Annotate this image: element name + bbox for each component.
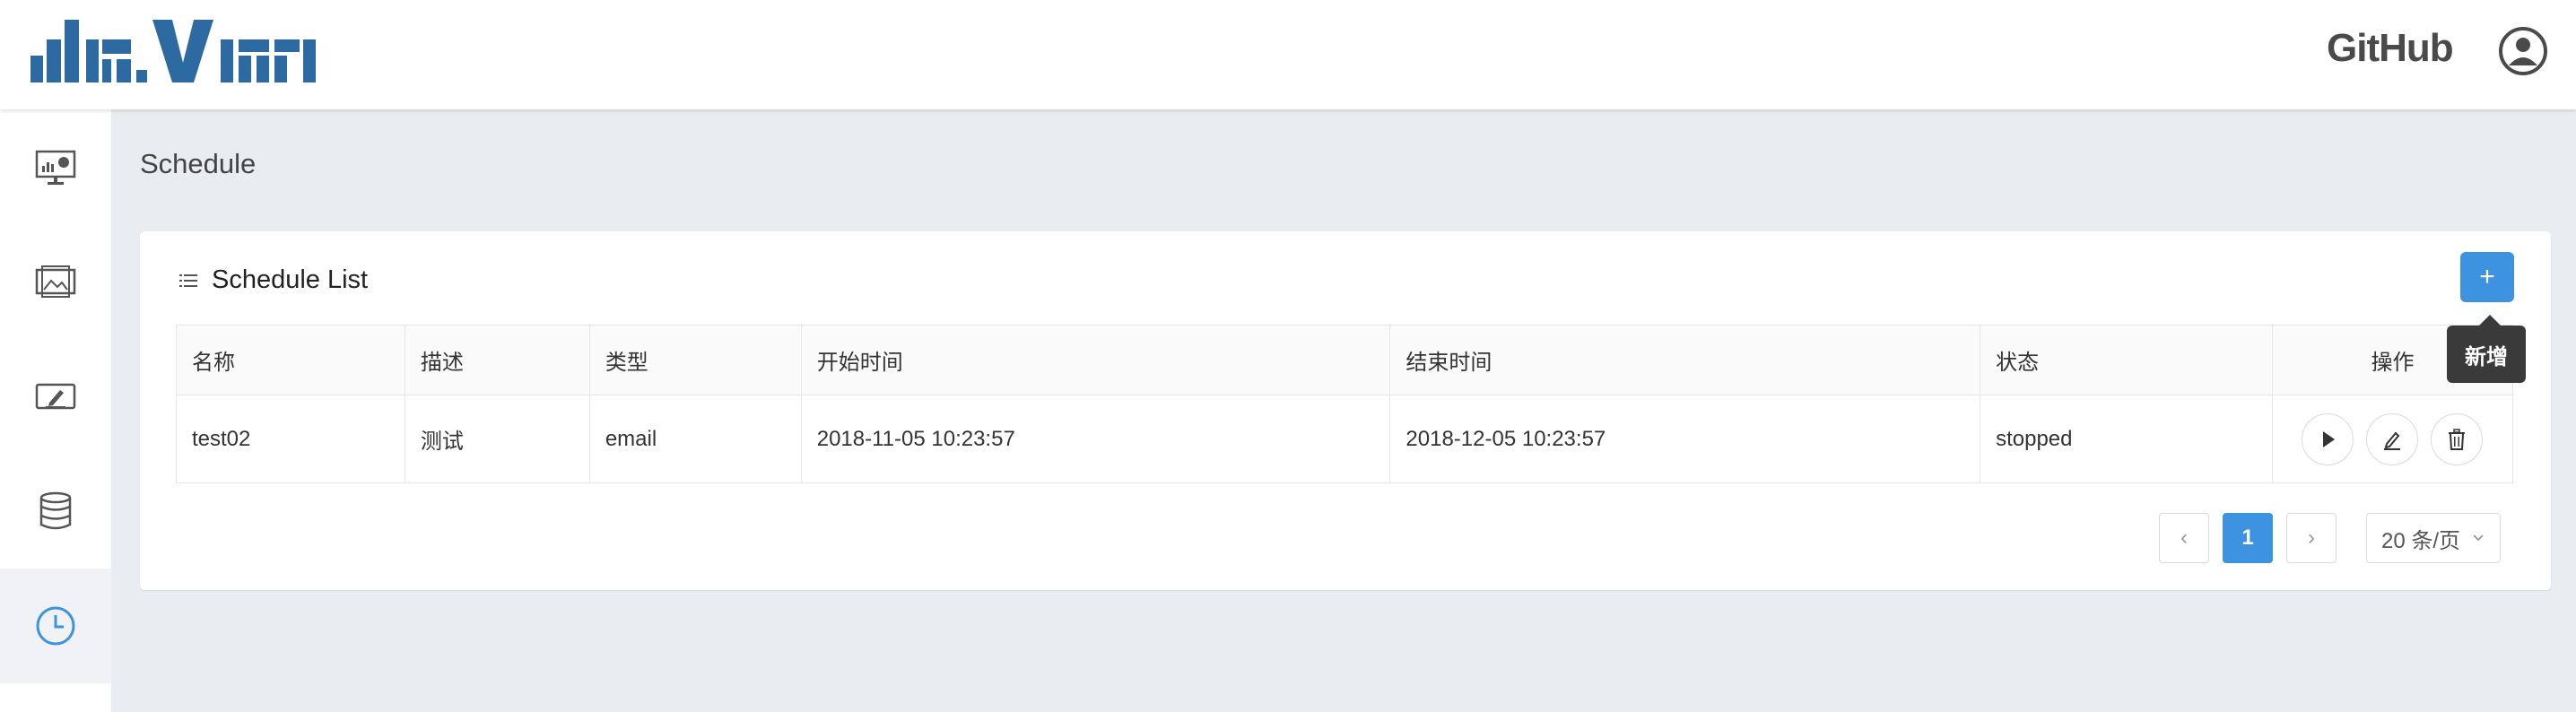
pagination-page-1[interactable]: 1	[2223, 513, 2273, 563]
database-icon	[39, 491, 72, 530]
page-title: Schedule	[140, 148, 257, 179]
user-avatar-icon[interactable]	[2498, 26, 2548, 76]
widget-edit-icon	[35, 383, 76, 410]
chevron-down-icon	[2473, 534, 2484, 542]
sidebar-item-schedule[interactable]	[0, 569, 111, 683]
table-header-row: 名称 描述 类型 开始时间 结束时间 状态 操作	[176, 325, 2514, 395]
cell-end-time: 2018-12-05 10:23:57	[1389, 395, 1981, 483]
sidebar-item-display[interactable]	[0, 224, 111, 339]
card-title: Schedule List	[212, 265, 369, 294]
top-header: GitHub	[0, 0, 2576, 109]
page-size-value: 20 条/页	[2381, 528, 2461, 553]
column-header-end-time[interactable]: 结束时间	[1389, 325, 1981, 395]
card-header: Schedule List	[178, 265, 368, 295]
page-size-select[interactable]: 20 条/页	[2366, 513, 2501, 563]
column-header-status[interactable]: 状态	[1980, 325, 2273, 395]
schedule-list-card: Schedule List + 新增 名称 描述 类型 开始时间 结束时间 状态…	[140, 231, 2551, 590]
column-header-description[interactable]: 描述	[404, 325, 590, 395]
davinci-logo[interactable]	[30, 20, 318, 82]
schedule-table: 名称 描述 类型 开始时间 结束时间 状态 操作 test02 测试 email…	[176, 325, 2514, 483]
add-tooltip: 新增	[2447, 315, 2526, 383]
clock-icon	[36, 606, 75, 646]
pagination-next-button[interactable]: ›	[2286, 513, 2337, 563]
start-button[interactable]	[2302, 412, 2354, 465]
dashboard-monitor-icon	[35, 150, 76, 185]
table-row: test02 测试 email 2018-11-05 10:23:57 2018…	[176, 395, 2514, 483]
cell-start-time: 2018-11-05 10:23:57	[800, 395, 1391, 483]
play-icon	[2323, 430, 2336, 447]
trash-icon	[2449, 428, 2466, 450]
list-icon	[179, 274, 197, 287]
column-header-type[interactable]: 类型	[588, 325, 802, 395]
github-link[interactable]: GitHub	[2327, 26, 2454, 71]
delete-button[interactable]	[2431, 412, 2484, 465]
cell-description: 测试	[404, 395, 590, 483]
cell-type: email	[588, 395, 802, 483]
cell-actions	[2271, 395, 2514, 483]
column-header-name[interactable]: 名称	[176, 325, 405, 395]
edit-icon	[2384, 431, 2401, 450]
sidebar-item-source[interactable]	[0, 454, 111, 569]
sidebar-item-widget[interactable]	[0, 339, 111, 454]
edit-button[interactable]	[2366, 412, 2419, 465]
sidebar	[0, 109, 111, 712]
column-header-start-time[interactable]: 开始时间	[800, 325, 1391, 395]
pagination-prev-button[interactable]: ‹	[2159, 513, 2209, 563]
display-frame-icon	[35, 265, 76, 298]
add-schedule-button[interactable]: +	[2460, 252, 2514, 302]
cell-status: stopped	[1980, 395, 2273, 483]
cell-name: test02	[176, 395, 405, 483]
sidebar-item-dashboard[interactable]	[0, 109, 111, 224]
